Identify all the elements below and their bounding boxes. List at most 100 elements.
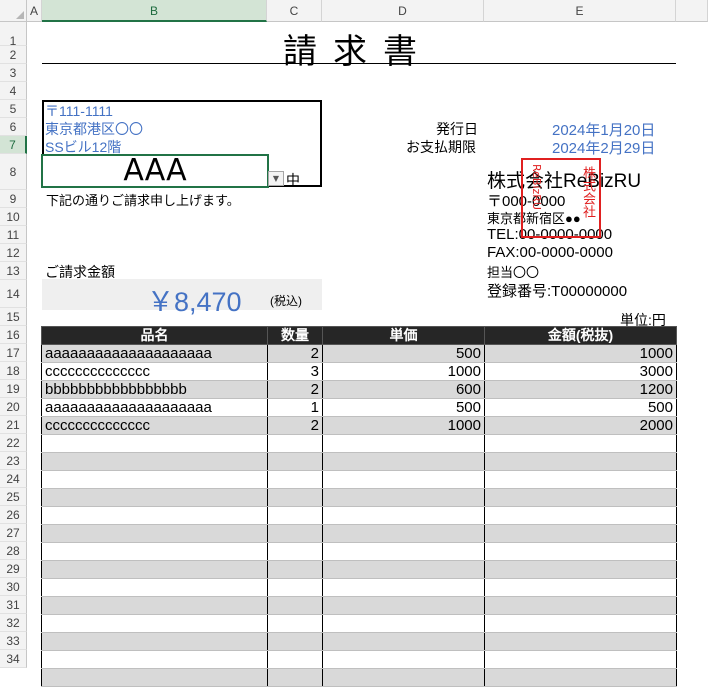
recipient-postal[interactable]: 〒111-1111 xyxy=(45,101,113,121)
row-header-16[interactable]: 16 xyxy=(0,326,27,344)
cell-price[interactable] xyxy=(322,578,485,597)
issue-date-label[interactable]: 発行日 xyxy=(436,119,478,139)
cell-amount[interactable] xyxy=(484,542,677,561)
cell-amount[interactable] xyxy=(484,560,677,579)
cell-name[interactable] xyxy=(41,488,268,507)
company-seal-stamp[interactable]: 株式会社 ReBizRU xyxy=(521,158,601,238)
cell-name[interactable] xyxy=(41,614,268,633)
cell-price[interactable] xyxy=(322,542,485,561)
recipient-honorific[interactable]: 中 xyxy=(286,170,300,190)
cell-qty[interactable]: 3 xyxy=(267,362,323,381)
row-header-9[interactable]: 9 xyxy=(0,190,27,208)
cell-qty[interactable] xyxy=(267,452,323,471)
cell-price[interactable]: 500 xyxy=(322,398,485,417)
select-all-corner[interactable] xyxy=(0,0,27,22)
cell-qty[interactable] xyxy=(267,434,323,453)
cell-price[interactable] xyxy=(322,632,485,651)
cell-qty[interactable]: 2 xyxy=(267,380,323,399)
row-header-24[interactable]: 24 xyxy=(0,470,27,488)
cell-qty[interactable] xyxy=(267,470,323,489)
cell-qty[interactable] xyxy=(267,578,323,597)
row-header-4[interactable]: 4 xyxy=(0,82,27,100)
due-date[interactable]: 2024年2月29日 xyxy=(552,137,655,158)
company-fax[interactable]: FAX:00-0000-0000 xyxy=(487,244,613,261)
cell-amount[interactable] xyxy=(484,488,677,507)
row-header-23[interactable]: 23 xyxy=(0,452,27,470)
column-header-e[interactable]: E xyxy=(484,0,676,22)
cell-price[interactable] xyxy=(322,524,485,543)
row-header-15[interactable]: 15 xyxy=(0,308,27,326)
cell-name[interactable] xyxy=(41,452,268,471)
cell-amount[interactable]: 1000 xyxy=(484,344,677,363)
cell-price[interactable] xyxy=(322,668,485,687)
column-header-a[interactable]: A xyxy=(27,0,42,22)
header-item-name[interactable]: 品名 xyxy=(41,326,268,345)
row-header-13[interactable]: 13 xyxy=(0,262,27,280)
row-header-8[interactable]: 8 xyxy=(0,154,27,190)
header-unit-price[interactable]: 単価 xyxy=(322,326,485,345)
cell-amount[interactable] xyxy=(484,434,677,453)
cell-amount[interactable]: 2000 xyxy=(484,416,677,435)
cell-name[interactable] xyxy=(41,578,268,597)
cell-price[interactable]: 500 xyxy=(322,344,485,363)
cell-name[interactable] xyxy=(41,632,268,651)
row-header-1[interactable]: 1 xyxy=(0,22,27,48)
recipient-address1[interactable]: 東京都港区〇〇 xyxy=(45,119,143,139)
cell-price[interactable]: 1000 xyxy=(322,362,485,381)
cell-amount[interactable]: 500 xyxy=(484,398,677,417)
cell-price[interactable]: 600 xyxy=(322,380,485,399)
cell-name[interactable]: cccccccccccccc xyxy=(41,416,268,435)
cell-qty[interactable] xyxy=(267,560,323,579)
cell-price[interactable] xyxy=(322,488,485,507)
invoice-note[interactable]: 下記の通りご請求申し上げます。 xyxy=(46,190,240,209)
cell-qty[interactable] xyxy=(267,668,323,687)
cell-name[interactable]: bbbbbbbbbbbbbbbbb xyxy=(41,380,268,399)
cell-amount[interactable] xyxy=(484,650,677,669)
cell-qty[interactable] xyxy=(267,542,323,561)
cell-amount[interactable]: 1200 xyxy=(484,380,677,399)
row-header-14[interactable]: 14 xyxy=(0,280,27,308)
cell-amount[interactable] xyxy=(484,470,677,489)
cell-amount[interactable] xyxy=(484,614,677,633)
dropdown-arrow-icon[interactable]: ▼ xyxy=(268,171,284,186)
row-header-26[interactable]: 26 xyxy=(0,506,27,524)
invoice-total-amount[interactable]: ￥8,470 xyxy=(147,280,242,319)
row-header-27[interactable]: 27 xyxy=(0,524,27,542)
cell-amount[interactable] xyxy=(484,578,677,597)
row-header-31[interactable]: 31 xyxy=(0,596,27,614)
cell-name[interactable] xyxy=(41,668,268,687)
cell-name[interactable] xyxy=(41,524,268,543)
cell-qty[interactable] xyxy=(267,650,323,669)
cell-price[interactable] xyxy=(322,650,485,669)
row-header-28[interactable]: 28 xyxy=(0,542,27,560)
cell-price[interactable] xyxy=(322,614,485,633)
recipient-name-cell[interactable]: AAA xyxy=(41,154,269,188)
cell-name[interactable] xyxy=(41,506,268,525)
row-header-29[interactable]: 29 xyxy=(0,560,27,578)
cell-name[interactable]: aaaaaaaaaaaaaaaaaaaa xyxy=(41,398,268,417)
cell-amount[interactable] xyxy=(484,668,677,687)
cell-amount[interactable] xyxy=(484,632,677,651)
column-header-d[interactable]: D xyxy=(322,0,484,22)
cell-amount[interactable] xyxy=(484,596,677,615)
cell-name[interactable] xyxy=(41,650,268,669)
cell-amount[interactable] xyxy=(484,452,677,471)
cell-price[interactable] xyxy=(322,452,485,471)
cell-amount[interactable] xyxy=(484,506,677,525)
cell-qty[interactable] xyxy=(267,488,323,507)
cell-price[interactable] xyxy=(322,470,485,489)
cell-qty[interactable] xyxy=(267,596,323,615)
row-header-18[interactable]: 18 xyxy=(0,362,27,380)
row-header-21[interactable]: 21 xyxy=(0,416,27,434)
row-header-12[interactable]: 12 xyxy=(0,244,27,262)
row-header-10[interactable]: 10 xyxy=(0,208,27,226)
cell-amount[interactable] xyxy=(484,524,677,543)
cell-qty[interactable] xyxy=(267,524,323,543)
cell-price[interactable] xyxy=(322,596,485,615)
cell-qty[interactable]: 2 xyxy=(267,344,323,363)
row-header-2[interactable]: 2 xyxy=(0,46,27,64)
column-header-b[interactable]: B xyxy=(42,0,267,22)
cell-price[interactable]: 1000 xyxy=(322,416,485,435)
cell-name[interactable] xyxy=(41,596,268,615)
header-amount[interactable]: 金額(税抜) xyxy=(484,326,677,345)
